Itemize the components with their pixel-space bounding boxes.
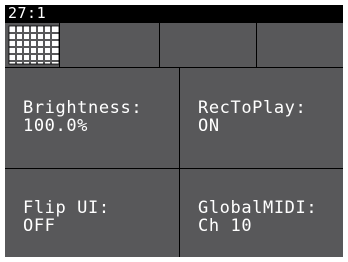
param-value: OFF <box>23 216 56 236</box>
divider-line <box>159 23 160 67</box>
divider-line <box>5 168 343 169</box>
param-label: Brightness: <box>23 98 143 118</box>
tab-2[interactable] <box>61 24 159 66</box>
param-brightness[interactable]: Brightness: 100.0% <box>5 75 179 163</box>
param-flip-ui[interactable]: Flip UI: OFF <box>5 175 179 257</box>
tab-3[interactable] <box>160 24 256 66</box>
divider-line <box>256 23 257 67</box>
param-rectoplay[interactable]: RecToPlay: ON <box>180 75 343 163</box>
divider-line <box>5 67 343 68</box>
status-text: 27:1 <box>8 5 47 22</box>
status-bar: 27:1 <box>5 5 343 23</box>
param-value: Ch 10 <box>198 216 253 236</box>
grid-icon[interactable] <box>7 24 60 66</box>
device-screen: 27:1 Brightness: 100.0% RecToPlay: ON Fl… <box>5 5 343 257</box>
param-label: RecToPlay: <box>198 98 307 118</box>
tab-4[interactable] <box>257 24 343 66</box>
param-value: 100.0% <box>23 116 89 136</box>
param-value: ON <box>198 116 220 136</box>
divider-line <box>59 23 60 67</box>
param-label: Flip UI: <box>23 198 110 218</box>
param-globalmidi[interactable]: GlobalMIDI: Ch 10 <box>180 175 343 257</box>
param-label: GlobalMIDI: <box>198 198 318 218</box>
